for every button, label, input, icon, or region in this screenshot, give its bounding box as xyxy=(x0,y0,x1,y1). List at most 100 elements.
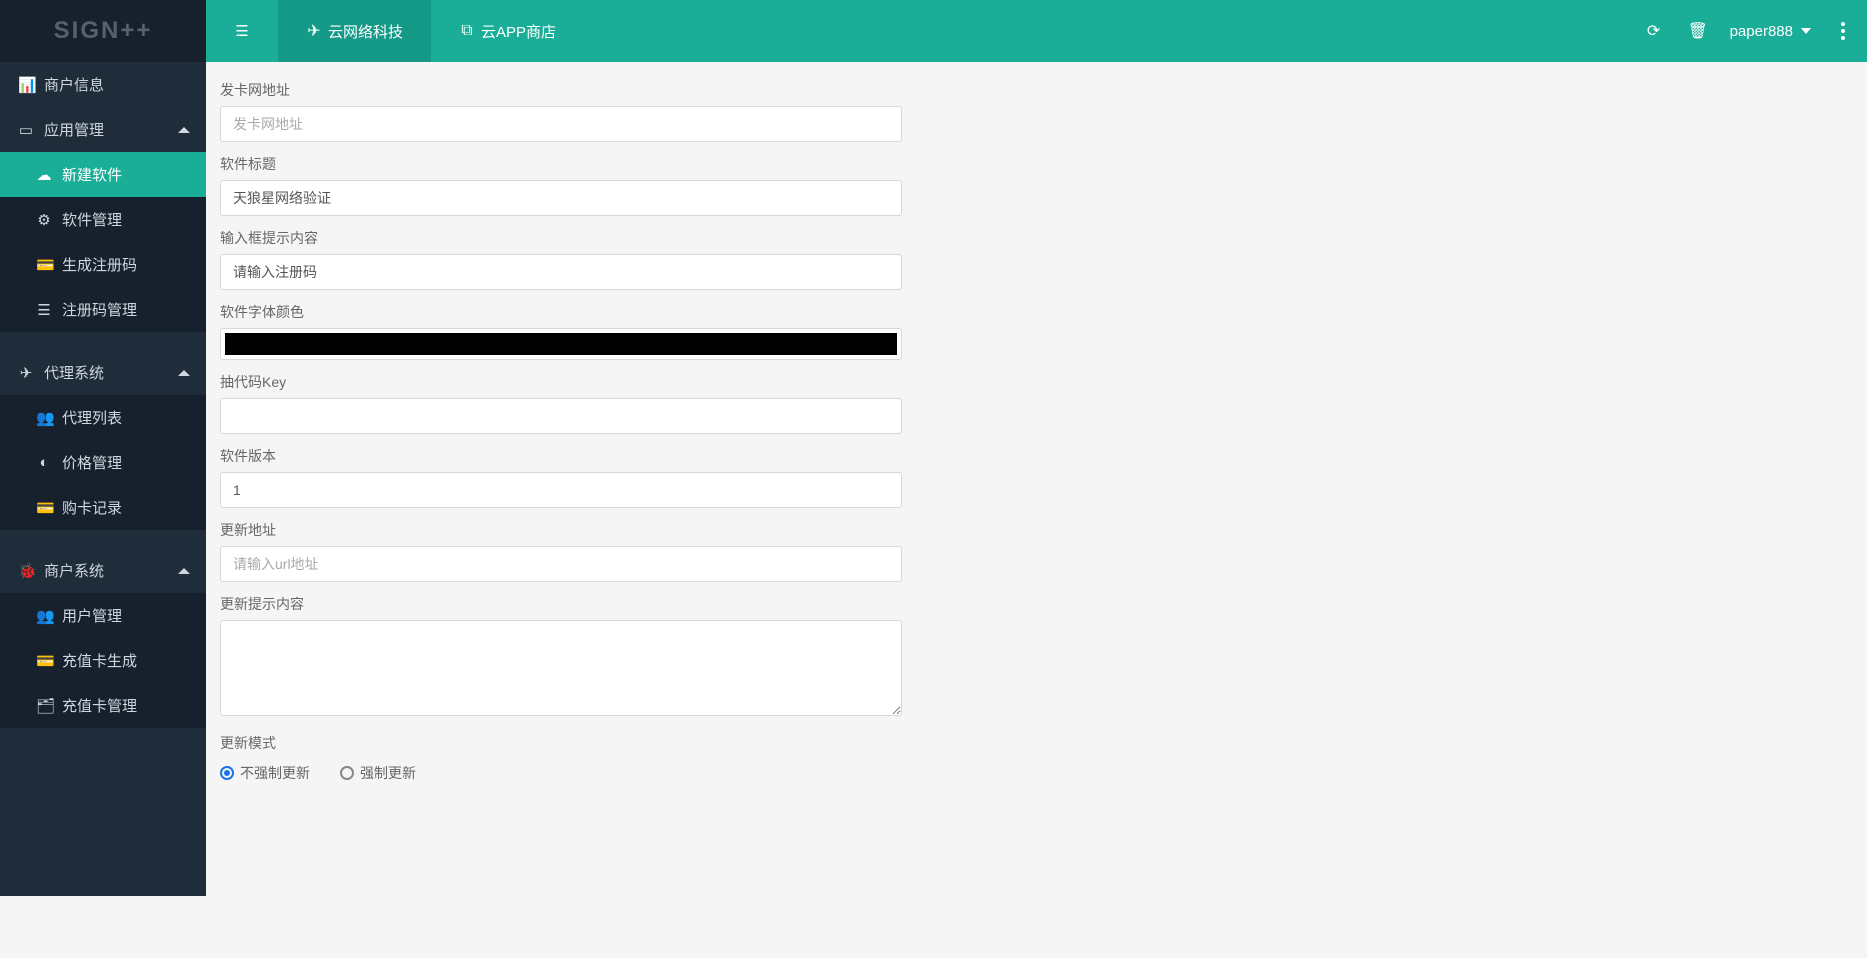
update-url-input[interactable] xyxy=(220,546,902,582)
paper-plane-icon: ✈ xyxy=(18,364,34,382)
sidebar-item-label: 价格管理 xyxy=(62,452,122,473)
field-label: 软件字体颜色 xyxy=(220,302,902,322)
card-url-input[interactable] xyxy=(220,106,902,142)
window-icon: ▭ xyxy=(18,121,34,139)
list-icon: ☰ xyxy=(36,301,52,319)
sidebar-item-label: 生成注册码 xyxy=(62,254,137,275)
update-mode-radio-group: 不强制更新 强制更新 xyxy=(220,759,902,789)
dot-icon xyxy=(1841,22,1845,26)
bug-icon: 🐞 xyxy=(18,562,34,580)
field-label: 更新模式 xyxy=(220,733,902,753)
sidebar-item-label: 充值卡管理 xyxy=(62,695,137,716)
sidebar-item-new-software[interactable]: ☁ 新建软件 xyxy=(0,152,206,197)
sidebar-item-merchant-info[interactable]: 📊 商户信息 xyxy=(0,62,206,107)
topbar: SIGN++ ☰ ✈ 云网络科技 ⧉ 云APP商店 ⟳ 🗑 paper888 xyxy=(0,0,1867,62)
sidebar-item-label: 商户信息 xyxy=(44,74,104,95)
sidebar-section-merchant-sys[interactable]: 🐞 商户系统 xyxy=(0,548,206,593)
content-area: 发卡网地址 软件标题 输入框提示内容 软件字体颜色 抽代码Key 软件版本 更新… xyxy=(206,62,1867,841)
sidebar: 📊 商户信息 ▭ 应用管理 ☁ 新建软件 ⚙ 软件管理 💳 生成注册码 ☰ 注册… xyxy=(0,62,206,896)
menu-toggle-icon: ☰ xyxy=(234,22,250,40)
nav-tab-network-label: 云网络科技 xyxy=(328,21,403,42)
sidebar-item-label: 代理列表 xyxy=(62,407,122,428)
nav-tab-appstore[interactable]: ⧉ 云APP商店 xyxy=(431,0,584,62)
sidebar-item-label: 注册码管理 xyxy=(62,299,137,320)
card-icon: 💳 xyxy=(36,256,52,274)
username-label: paper888 xyxy=(1730,23,1793,40)
field-font-color: 软件字体颜色 xyxy=(220,302,902,360)
field-version: 软件版本 xyxy=(220,446,902,508)
chevron-down-icon xyxy=(1801,28,1811,34)
field-update-url: 更新地址 xyxy=(220,520,902,582)
radio-label: 不强制更新 xyxy=(240,763,310,783)
field-label: 更新提示内容 xyxy=(220,594,902,614)
field-input-hint: 输入框提示内容 xyxy=(220,228,902,290)
field-label: 更新地址 xyxy=(220,520,902,540)
refresh-button[interactable]: ⟳ xyxy=(1646,21,1662,41)
sidebar-section-agent-sys[interactable]: ✈ 代理系统 xyxy=(0,350,206,395)
sidebar-item-gen-code[interactable]: 💳 生成注册码 xyxy=(0,242,206,287)
sidebar-item-card-mgmt[interactable]: 🗂 充值卡管理 xyxy=(0,683,206,728)
field-card-url: 发卡网地址 xyxy=(220,80,902,142)
trash-icon: 🗑 xyxy=(1688,21,1704,41)
field-label: 软件标题 xyxy=(220,154,902,174)
color-swatch xyxy=(225,333,897,355)
sidebar-toggle-button[interactable]: ☰ xyxy=(206,0,278,62)
radio-icon xyxy=(340,766,354,780)
trash-button[interactable]: 🗑 xyxy=(1688,21,1704,41)
nav-tab-network[interactable]: ✈ 云网络科技 xyxy=(278,0,431,62)
dot-icon xyxy=(1841,36,1845,40)
dropbox-icon: ⧉ xyxy=(459,22,475,40)
sidebar-item-label: 购卡记录 xyxy=(62,497,122,518)
field-extract-key: 抽代码Key xyxy=(220,372,902,434)
wallet-icon: 🗂 xyxy=(36,697,52,715)
users-icon: 👥 xyxy=(36,607,52,625)
field-soft-title: 软件标题 xyxy=(220,154,902,216)
field-update-msg: 更新提示内容 xyxy=(220,594,902,721)
sidebar-item-agent-list[interactable]: 👥 代理列表 xyxy=(0,395,206,440)
paper-plane-icon: ✈ xyxy=(306,21,322,41)
chevron-up-icon xyxy=(178,370,190,376)
extract-key-input[interactable] xyxy=(220,398,902,434)
topbar-right: ⟳ 🗑 paper888 xyxy=(1646,0,1867,62)
update-msg-textarea[interactable] xyxy=(220,620,902,716)
field-label: 抽代码Key xyxy=(220,372,902,392)
more-menu-button[interactable] xyxy=(1837,16,1849,46)
sidebar-item-label: 充值卡生成 xyxy=(62,650,137,671)
chart-icon: ◐ xyxy=(36,454,52,471)
field-update-mode: 更新模式 不强制更新 强制更新 xyxy=(220,733,902,789)
user-menu[interactable]: paper888 xyxy=(1730,23,1811,40)
refresh-icon: ⟳ xyxy=(1646,21,1662,41)
input-hint-input[interactable] xyxy=(220,254,902,290)
soft-title-input[interactable] xyxy=(220,180,902,216)
sidebar-item-price-mgmt[interactable]: ◐ 价格管理 xyxy=(0,440,206,485)
chevron-up-icon xyxy=(178,127,190,133)
nav-tab-appstore-label: 云APP商店 xyxy=(481,21,556,42)
radio-no-force[interactable]: 不强制更新 xyxy=(220,763,310,783)
sidebar-item-user-mgmt[interactable]: 👥 用户管理 xyxy=(0,593,206,638)
sidebar-item-code-mgmt[interactable]: ☰ 注册码管理 xyxy=(0,287,206,332)
logo: SIGN++ xyxy=(0,0,206,62)
chevron-up-icon xyxy=(178,568,190,574)
radio-icon xyxy=(220,766,234,780)
font-color-picker[interactable] xyxy=(220,328,902,360)
sidebar-item-label: 代理系统 xyxy=(44,362,104,383)
sidebar-item-label: 应用管理 xyxy=(44,119,104,140)
sidebar-item-card-gen[interactable]: 💳 充值卡生成 xyxy=(0,638,206,683)
field-label: 发卡网地址 xyxy=(220,80,902,100)
sidebar-item-label: 软件管理 xyxy=(62,209,122,230)
radio-label: 强制更新 xyxy=(360,763,416,783)
cubes-icon: ⚙ xyxy=(36,211,52,229)
field-label: 软件版本 xyxy=(220,446,902,466)
radio-force[interactable]: 强制更新 xyxy=(340,763,416,783)
users-icon: 👥 xyxy=(36,409,52,427)
card-icon: 💳 xyxy=(36,499,52,517)
sidebar-item-label: 商户系统 xyxy=(44,560,104,581)
sidebar-item-buy-record[interactable]: 💳 购卡记录 xyxy=(0,485,206,530)
sidebar-section-app-mgmt[interactable]: ▭ 应用管理 xyxy=(0,107,206,152)
sidebar-item-software-mgmt[interactable]: ⚙ 软件管理 xyxy=(0,197,206,242)
dot-icon xyxy=(1841,29,1845,33)
version-input[interactable] xyxy=(220,472,902,508)
sidebar-item-label: 用户管理 xyxy=(62,605,122,626)
sidebar-item-label: 新建软件 xyxy=(62,164,122,185)
card-icon: 💳 xyxy=(36,652,52,670)
